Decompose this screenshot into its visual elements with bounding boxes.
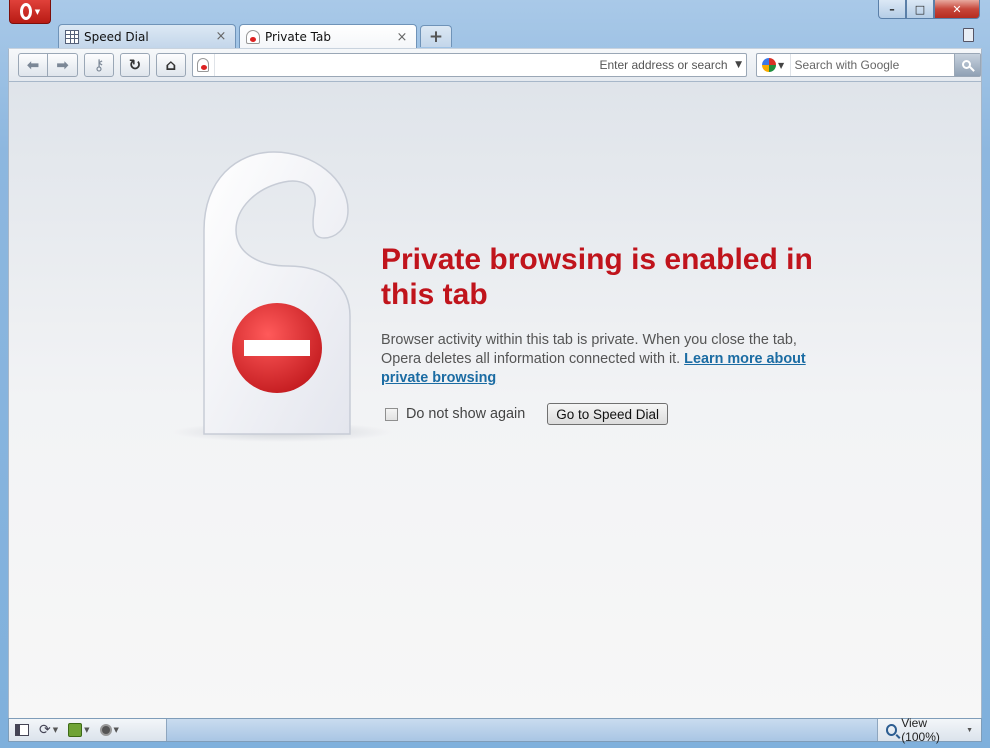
options-row: Do not show again Go to Speed Dial <box>385 403 669 425</box>
address-private-badge[interactable] <box>193 54 215 76</box>
closed-tabs-trash-button[interactable] <box>958 25 978 45</box>
speed-dial-grid-icon <box>65 29 79 44</box>
private-mode-icon <box>197 58 210 72</box>
arrow-right-icon: ➡ <box>56 56 69 74</box>
zoom-icon <box>886 724 898 736</box>
reload-button[interactable]: ↻ <box>119 53 150 77</box>
private-tab-icon <box>246 30 260 44</box>
address-history-dropdown-icon[interactable]: ▼ <box>732 60 746 70</box>
tab-label: Private Tab <box>265 30 331 44</box>
key-icon: ⚷ <box>93 56 105 74</box>
opera-turbo-button[interactable]: ▼ <box>99 722 119 738</box>
navigation-toolbar: ⬅ ➡ ⚷ ↻ ⌂ Enter address or search ▼ ▼ Se… <box>8 48 982 82</box>
status-bar: ⟳ ▼ ▼ ▼ View (100%) ▼ <box>8 716 982 744</box>
new-tab-button[interactable]: + <box>420 25 452 47</box>
go-to-speed-dial-button[interactable]: Go to Speed Dial <box>547 403 669 425</box>
tab-speed-dial[interactable]: Speed Dial × <box>58 24 236 48</box>
sync-icon: ⟳ <box>39 722 51 738</box>
private-browsing-description: Browser activity within this tab is priv… <box>381 331 821 388</box>
zoom-control[interactable]: View (100%) ▼ <box>877 716 981 744</box>
tab-label: Speed Dial <box>84 29 149 44</box>
search-button[interactable] <box>954 54 981 76</box>
opera-unite-button[interactable]: ▼ <box>68 722 90 738</box>
trash-can-icon <box>962 28 974 42</box>
search-icon <box>962 59 972 69</box>
zoom-label: View (100%) <box>901 716 940 744</box>
google-icon <box>761 58 776 72</box>
maximize-button[interactable]: □ <box>906 0 934 19</box>
panel-toggle-button[interactable] <box>15 722 29 738</box>
turbo-icon <box>99 724 112 736</box>
panel-icon <box>15 724 29 736</box>
search-engine-selector[interactable]: ▼ <box>757 54 791 76</box>
address-hint: Enter address or search <box>599 58 728 72</box>
arrow-left-icon: ⬅ <box>26 56 40 74</box>
home-button[interactable]: ⌂ <box>155 53 186 77</box>
wand-key-button[interactable]: ⚷ <box>84 53 114 77</box>
page-content: Private browsing is enabled in this tab … <box>8 82 982 718</box>
forward-button[interactable]: ➡ <box>48 53 78 77</box>
reload-icon: ↻ <box>128 56 142 74</box>
address-input[interactable] <box>214 55 600 75</box>
opera-link-sync-button[interactable]: ⟳ ▼ <box>39 722 58 738</box>
tab-strip: Speed Dial × Private Tab × + <box>58 24 452 49</box>
do-not-show-again-checkbox[interactable] <box>385 407 398 421</box>
chevron-down-icon: ▼ <box>84 726 90 734</box>
close-window-button[interactable]: ✕ <box>934 0 980 19</box>
chevron-down-icon: ▼ <box>966 726 973 734</box>
status-bar-tools: ⟳ ▼ ▼ ▼ <box>9 719 167 741</box>
close-tab-icon[interactable]: × <box>215 29 227 44</box>
chevron-down-icon: ▼ <box>52 726 59 734</box>
close-tab-icon[interactable]: × <box>396 30 408 45</box>
browser-window: ▼ – □ ✕ Speed Dial × Private Tab × + ⬅ ➡ <box>0 0 990 748</box>
window-controls: – □ ✕ <box>878 0 980 20</box>
search-bar: ▼ <box>755 53 982 77</box>
opera-menu-button[interactable]: ▼ <box>9 0 51 24</box>
chevron-down-icon: ▼ <box>777 60 785 70</box>
tab-private[interactable]: Private Tab × <box>239 24 417 49</box>
chevron-down-icon: ▼ <box>34 7 41 16</box>
back-forward-group: ⬅ ➡ <box>18 53 78 77</box>
back-button[interactable]: ⬅ <box>18 53 48 77</box>
minimize-button[interactable]: – <box>878 0 906 19</box>
unite-icon <box>68 723 83 737</box>
do-not-show-again-label[interactable]: Do not show again <box>406 406 525 422</box>
do-not-disturb-hanger-icon <box>172 151 392 442</box>
opera-logo-icon <box>19 3 32 20</box>
page-title: Private browsing is enabled in this tab <box>381 243 813 311</box>
chevron-down-icon: ▼ <box>113 726 119 734</box>
address-bar: Enter address or search ▼ <box>191 53 747 77</box>
home-icon: ⌂ <box>165 56 177 74</box>
search-input[interactable] <box>790 55 955 75</box>
